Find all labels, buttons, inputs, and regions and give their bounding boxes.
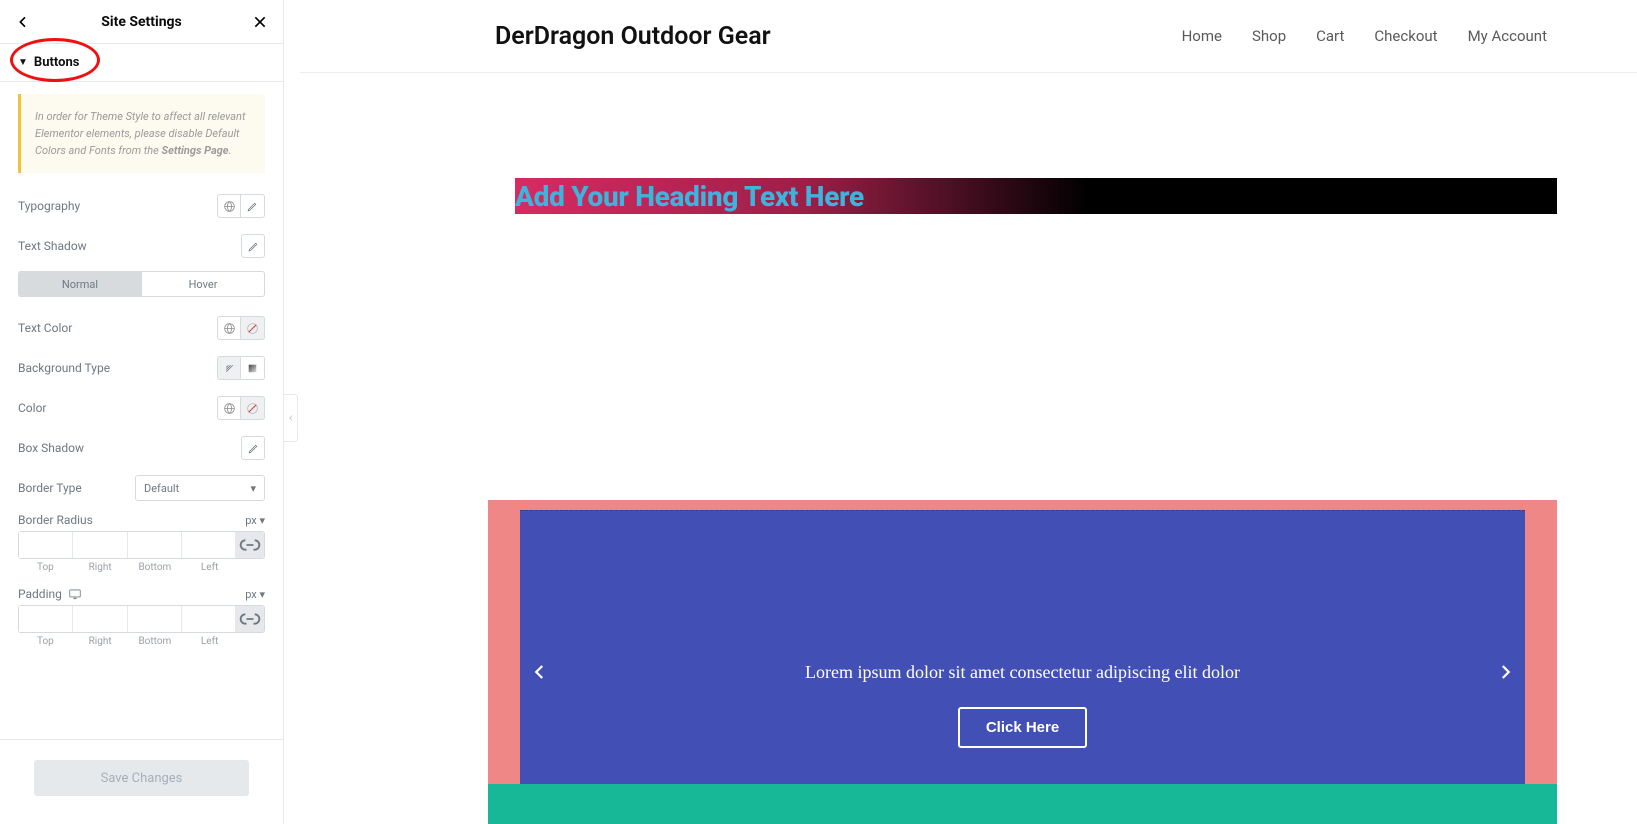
border-radius-left[interactable] xyxy=(182,532,236,558)
panel-footer: Save Changes xyxy=(0,739,283,824)
label-text-color: Text Color xyxy=(18,321,72,335)
border-radius-inputs xyxy=(18,531,265,559)
main-nav: Home Shop Cart Checkout My Account xyxy=(1182,27,1547,45)
tab-normal[interactable]: Normal xyxy=(19,272,141,296)
site-header: DerDragon Outdoor Gear Home Shop Cart Ch… xyxy=(300,0,1637,73)
link-values-toggle[interactable] xyxy=(236,532,264,558)
link-values-toggle[interactable] xyxy=(236,606,264,632)
edit-text-shadow-button[interactable] xyxy=(241,234,265,258)
heading-widget[interactable]: Add Your Heading Text Here xyxy=(515,178,1557,214)
panel-header: Site Settings xyxy=(0,0,283,44)
heading-text: Add Your Heading Text Here xyxy=(515,180,864,213)
state-tabs: Normal Hover xyxy=(18,271,265,297)
nav-shop[interactable]: Shop xyxy=(1252,27,1286,45)
notice-link[interactable]: Settings Page xyxy=(162,144,229,157)
label-border-type: Border Type xyxy=(18,481,82,495)
panel-title: Site Settings xyxy=(101,14,182,30)
back-button[interactable] xyxy=(14,13,32,31)
nav-cart[interactable]: Cart xyxy=(1316,27,1344,45)
slide[interactable]: Lorem ipsum dolor sit amet consectetur a… xyxy=(520,510,1525,784)
padding-left[interactable] xyxy=(182,606,236,632)
globe-icon[interactable] xyxy=(217,316,241,340)
padding-unit[interactable]: px ▾ xyxy=(245,588,265,601)
notice: In order for Theme Style to affect all r… xyxy=(18,94,265,173)
edit-box-shadow-button[interactable] xyxy=(241,436,265,460)
border-radius-right[interactable] xyxy=(73,532,127,558)
chevron-down-icon: ▾ xyxy=(250,482,256,495)
edit-typography-button[interactable] xyxy=(241,194,265,218)
save-button[interactable]: Save Changes xyxy=(34,760,249,796)
nav-account[interactable]: My Account xyxy=(1468,27,1547,45)
border-radius-top[interactable] xyxy=(19,532,73,558)
close-button[interactable] xyxy=(251,13,269,31)
settings-panel: Site Settings ▼ Buttons In order for The… xyxy=(0,0,284,824)
label-typography: Typography xyxy=(18,199,80,213)
label-padding: Padding xyxy=(18,587,82,601)
slide-next-button[interactable] xyxy=(1491,658,1519,686)
label-text-shadow: Text Shadow xyxy=(18,239,87,253)
padding-right[interactable] xyxy=(73,606,127,632)
text-color-picker[interactable] xyxy=(241,316,265,340)
border-radius-bottom[interactable] xyxy=(128,532,182,558)
slide-text: Lorem ipsum dolor sit amet consectetur a… xyxy=(805,662,1240,683)
color-picker[interactable] xyxy=(241,396,265,420)
caret-down-icon: ▼ xyxy=(18,57,28,68)
tab-hover[interactable]: Hover xyxy=(141,272,264,296)
preview-area: DerDragon Outdoor Gear Home Shop Cart Ch… xyxy=(300,0,1637,824)
panel-body: In order for Theme Style to affect all r… xyxy=(0,82,283,739)
nav-home[interactable]: Home xyxy=(1182,27,1222,45)
border-type-select[interactable]: Default ▾ xyxy=(135,475,265,501)
globe-icon[interactable] xyxy=(217,396,241,420)
collapse-panel-handle[interactable] xyxy=(284,394,298,442)
padding-top[interactable] xyxy=(19,606,73,632)
slider-section: Lorem ipsum dolor sit amet consectetur a… xyxy=(488,500,1557,824)
section-toggle-buttons[interactable]: ▼ Buttons xyxy=(0,44,283,82)
label-color: Color xyxy=(18,401,46,415)
bg-classic-button[interactable] xyxy=(217,356,241,380)
nav-checkout[interactable]: Checkout xyxy=(1374,27,1437,45)
slide-prev-button[interactable] xyxy=(526,658,554,686)
border-radius-unit[interactable]: px ▾ xyxy=(245,514,265,527)
bg-gradient-button[interactable] xyxy=(241,356,265,380)
slider-bg-strip xyxy=(488,784,1557,824)
padding-bottom[interactable] xyxy=(128,606,182,632)
section-title: Buttons xyxy=(34,55,80,70)
globe-icon[interactable] xyxy=(217,194,241,218)
label-background-type: Background Type xyxy=(18,361,110,375)
desktop-icon[interactable] xyxy=(68,588,82,600)
site-brand: DerDragon Outdoor Gear xyxy=(495,22,771,51)
label-box-shadow: Box Shadow xyxy=(18,441,84,455)
padding-inputs xyxy=(18,605,265,633)
label-border-radius: Border Radius xyxy=(18,513,93,527)
slide-cta-button[interactable]: Click Here xyxy=(958,707,1087,748)
